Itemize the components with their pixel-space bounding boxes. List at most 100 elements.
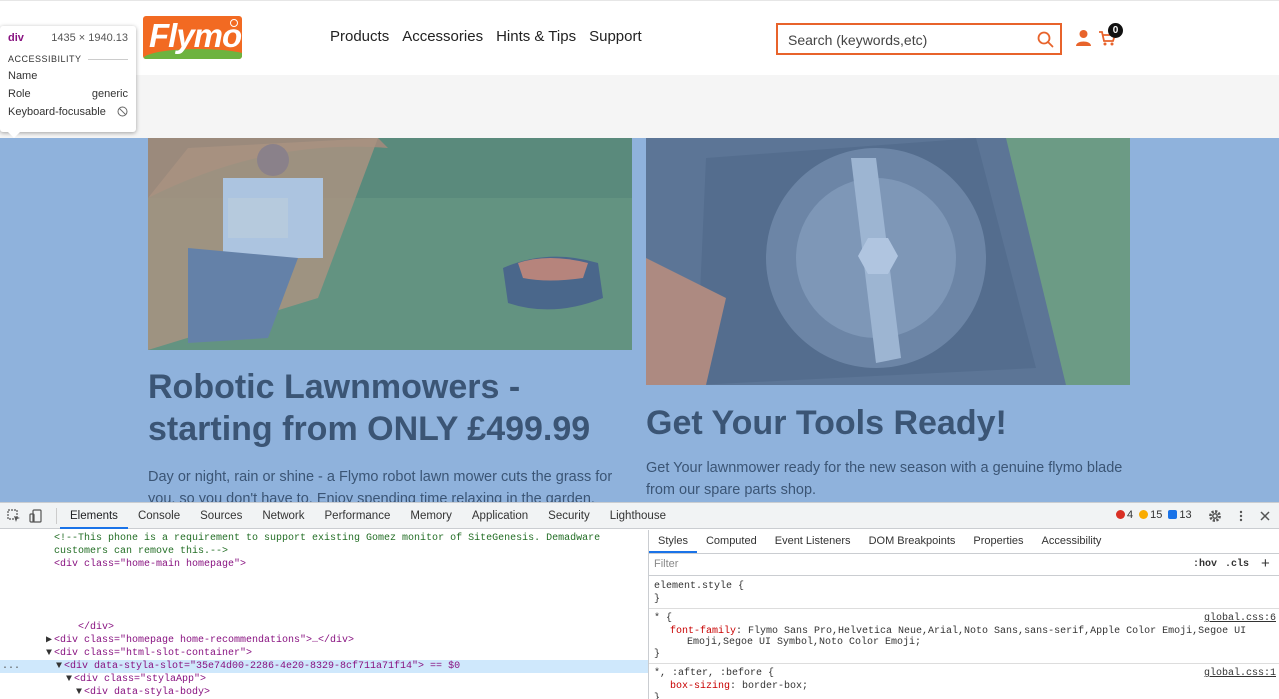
class-toggle[interactable]: .cls	[1225, 559, 1249, 570]
gear-icon[interactable]	[1208, 509, 1222, 523]
tooltip-tag: div	[8, 32, 24, 44]
rule1-selector[interactable]: * {	[654, 613, 672, 624]
error-count-value: 4	[1127, 509, 1134, 521]
styles-sidebar: Styles Computed Event Listeners DOM Brea…	[648, 530, 1279, 699]
dom-node-styla-body[interactable]: <div data-styla-body>	[84, 686, 210, 699]
dom-collapse-arrow-icon[interactable]: ▼	[56, 660, 62, 673]
image-highlight-overlay	[646, 138, 1130, 385]
dom-node-html-slot-container[interactable]: <div class="html-slot-container">	[54, 647, 252, 660]
error-count[interactable]: 4	[1116, 509, 1133, 521]
tooltip-section-title: ACCESSIBILITY	[8, 54, 82, 64]
tab-security[interactable]: Security	[538, 503, 600, 529]
dom-node-home-recommendations[interactable]: <div class="homepage home-recommendation…	[54, 634, 354, 647]
device-toolbar-icon[interactable]	[29, 509, 43, 523]
rule-close-brace: }	[654, 649, 661, 660]
card-title-robotic-lawnmowers[interactable]: Robotic Lawnmowers - starting from ONLY …	[148, 366, 628, 450]
rule2-declaration[interactable]: box-sizing: border-box;	[670, 681, 808, 692]
warning-count[interactable]: 15	[1139, 509, 1162, 521]
tooltip-row-name: Name	[8, 70, 128, 82]
tab-dom-breakpoints[interactable]: DOM Breakpoints	[860, 530, 965, 553]
tooltip-row-value: generic	[91, 88, 128, 100]
info-icon	[1168, 510, 1178, 519]
dom-node-ellipsis[interactable]: ...	[2, 660, 20, 673]
search-input[interactable]	[788, 30, 1028, 50]
tab-lighthouse[interactable]: Lighthouse	[600, 503, 676, 529]
rule1-value-line-2: Emoji,Segoe UI Symbol,Noto Color Emoji;	[687, 637, 922, 648]
dom-collapse-arrow-icon[interactable]: ▼	[66, 673, 72, 686]
dom-node-styla-app[interactable]: <div class="stylaApp">	[74, 673, 206, 686]
tooltip-row-keyboard-focusable: Keyboard-focusable	[8, 106, 128, 118]
user-account-icon[interactable]	[1075, 29, 1092, 46]
dom-expand-arrow-icon[interactable]: ▶	[46, 634, 52, 647]
dom-node-selected-styla-slot[interactable]: <div data-styla-slot="35e74d00-2286-4e20…	[64, 660, 460, 673]
tooltip-size: 1435 × 1940.13	[51, 32, 128, 44]
error-icon	[1116, 510, 1125, 519]
card-text-tools-ready: Get Your lawnmower ready for the new sea…	[646, 460, 1123, 498]
tab-event-listeners[interactable]: Event Listeners	[766, 530, 860, 553]
dom-node-close-div[interactable]: </div>	[78, 621, 114, 634]
dom-collapse-arrow-icon[interactable]: ▼	[76, 686, 82, 699]
robot-mower-image[interactable]	[148, 138, 632, 350]
issue-counts[interactable]: 4 15 13	[1116, 509, 1192, 521]
tooltip-section: ACCESSIBILITY	[8, 54, 128, 64]
rule-close-brace: }	[654, 594, 661, 605]
tooltip-divider	[87, 58, 128, 60]
tab-accessibility[interactable]: Accessibility	[1033, 530, 1111, 553]
rule2-source-link[interactable]: global.css:1	[1204, 668, 1276, 679]
tooltip-row-role: Role generic	[8, 88, 128, 100]
not-allowed-icon	[117, 106, 128, 117]
tab-application[interactable]: Application	[462, 503, 538, 529]
rule2-property: box-sizing	[670, 681, 731, 692]
new-rule-button[interactable]: +	[1261, 555, 1270, 572]
close-icon[interactable]	[1258, 509, 1272, 523]
rule1-value-line-1: : Flymo Sans Pro,Helvetica Neue,Arial,No…	[736, 626, 1247, 637]
tab-sources[interactable]: Sources	[190, 503, 252, 529]
rule-divider	[649, 663, 1279, 664]
warning-count-value: 15	[1150, 509, 1163, 521]
search-box	[776, 23, 1062, 55]
card-title-tools-ready[interactable]: Get Your Tools Ready!	[646, 402, 1126, 444]
dom-collapse-arrow-icon[interactable]: ▼	[46, 647, 52, 660]
highlighted-element: Robotic Lawnmowers - starting from ONLY …	[0, 138, 1279, 502]
devtools-tabs: Elements Console Sources Network Perform…	[60, 503, 676, 529]
dom-comment-line-1[interactable]: <!--This phone is a requirement to suppo…	[54, 532, 600, 545]
browser-viewport: Flymo Products Accessories Hints & Tips …	[0, 0, 1279, 699]
rule2-value: : border-box;	[730, 681, 809, 692]
nav-accessories[interactable]: Accessories	[402, 28, 483, 45]
styles-tabs: Styles Computed Event Listeners DOM Brea…	[649, 530, 1279, 554]
tab-console[interactable]: Console	[128, 503, 190, 529]
tooltip-row-label: Role	[8, 88, 31, 100]
nav-hints-tips[interactable]: Hints & Tips	[496, 28, 576, 45]
flymo-logo[interactable]: Flymo	[143, 16, 242, 59]
tooltip-row-label: Keyboard-focusable	[8, 106, 106, 118]
rule1-source-link[interactable]: global.css:6	[1204, 613, 1276, 624]
tab-network[interactable]: Network	[252, 503, 314, 529]
dom-node-home-main[interactable]: <div class="home-main homepage">	[54, 558, 246, 571]
mower-blade-image[interactable]	[646, 138, 1130, 385]
inspect-element-icon[interactable]	[7, 509, 21, 523]
inspect-tooltip: div 1435 × 1940.13 ACCESSIBILITY Name Ro…	[0, 26, 136, 138]
rule2-selector[interactable]: *, :after, :before {	[654, 668, 774, 679]
hover-state-toggle[interactable]: :hov	[1193, 559, 1217, 570]
tooltip-row-label: Name	[8, 70, 38, 82]
tooltip-arrow	[8, 132, 20, 138]
info-count[interactable]: 13	[1168, 509, 1192, 521]
nav-products[interactable]: Products	[330, 28, 389, 45]
devtools-panel: Elements Console Sources Network Perform…	[0, 502, 1279, 699]
toolbar-divider	[56, 508, 57, 524]
tab-styles[interactable]: Styles	[649, 530, 697, 553]
tab-properties[interactable]: Properties	[964, 530, 1032, 553]
styles-filter-input[interactable]: Filter	[654, 558, 678, 570]
tab-computed[interactable]: Computed	[697, 530, 766, 553]
search-icon[interactable]	[1037, 31, 1054, 48]
nav-support[interactable]: Support	[589, 28, 642, 45]
tab-elements[interactable]: Elements	[60, 503, 128, 529]
rule1-declaration[interactable]: font-family: Flymo Sans Pro,Helvetica Ne…	[670, 626, 1246, 637]
dom-comment-line-2[interactable]: customers can remove this.-->	[54, 545, 228, 558]
devtools-toolbar: Elements Console Sources Network Perform…	[0, 503, 1279, 529]
elements-dom-tree: <!--This phone is a requirement to suppo…	[0, 530, 648, 699]
more-options-icon[interactable]	[1234, 509, 1248, 523]
tab-performance[interactable]: Performance	[315, 503, 401, 529]
tab-memory[interactable]: Memory	[400, 503, 462, 529]
element-style-selector[interactable]: element.style {	[654, 581, 744, 592]
